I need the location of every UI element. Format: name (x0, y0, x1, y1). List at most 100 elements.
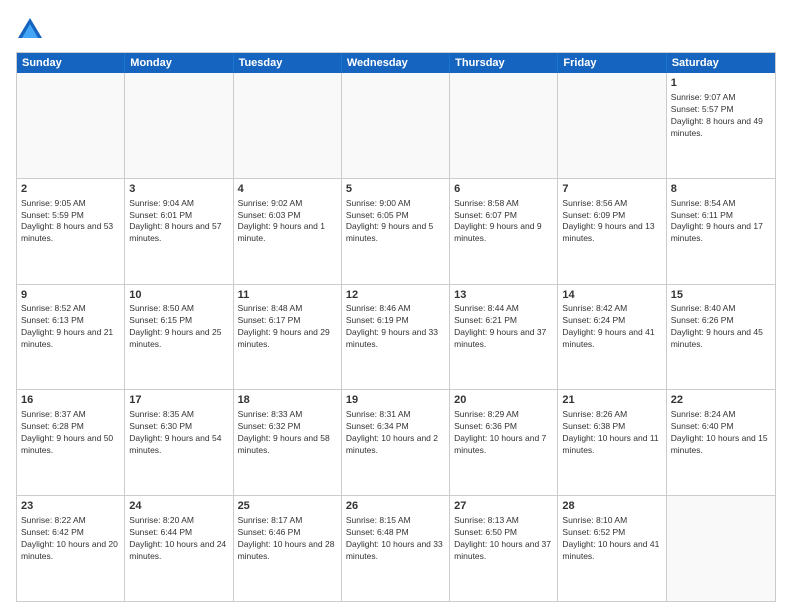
cell-content: Sunrise: 8:54 AM Sunset: 6:11 PM Dayligh… (671, 198, 771, 246)
calendar-cell: 26Sunrise: 8:15 AM Sunset: 6:48 PM Dayli… (342, 496, 450, 601)
day-of-week-header: Sunday (17, 53, 125, 73)
cell-content: Sunrise: 8:22 AM Sunset: 6:42 PM Dayligh… (21, 515, 120, 563)
header (16, 16, 776, 44)
calendar-cell: 19Sunrise: 8:31 AM Sunset: 6:34 PM Dayli… (342, 390, 450, 495)
calendar-cell: 3Sunrise: 9:04 AM Sunset: 6:01 PM Daylig… (125, 179, 233, 284)
day-number: 27 (454, 499, 553, 514)
day-number: 13 (454, 288, 553, 303)
calendar-cell (558, 73, 666, 178)
day-number: 1 (671, 76, 771, 91)
calendar-cell (125, 73, 233, 178)
cell-content: Sunrise: 9:02 AM Sunset: 6:03 PM Dayligh… (238, 198, 337, 246)
day-number: 5 (346, 182, 445, 197)
day-of-week-header: Saturday (667, 53, 775, 73)
calendar-cell: 17Sunrise: 8:35 AM Sunset: 6:30 PM Dayli… (125, 390, 233, 495)
calendar-cell: 8Sunrise: 8:54 AM Sunset: 6:11 PM Daylig… (667, 179, 775, 284)
day-number: 15 (671, 288, 771, 303)
calendar-cell: 14Sunrise: 8:42 AM Sunset: 6:24 PM Dayli… (558, 285, 666, 390)
day-number: 21 (562, 393, 661, 408)
calendar-cell: 16Sunrise: 8:37 AM Sunset: 6:28 PM Dayli… (17, 390, 125, 495)
cell-content: Sunrise: 8:48 AM Sunset: 6:17 PM Dayligh… (238, 303, 337, 351)
day-of-week-header: Wednesday (342, 53, 450, 73)
day-number: 20 (454, 393, 553, 408)
cell-content: Sunrise: 8:26 AM Sunset: 6:38 PM Dayligh… (562, 409, 661, 457)
calendar-cell: 22Sunrise: 8:24 AM Sunset: 6:40 PM Dayli… (667, 390, 775, 495)
cell-content: Sunrise: 8:40 AM Sunset: 6:26 PM Dayligh… (671, 303, 771, 351)
page: SundayMondayTuesdayWednesdayThursdayFrid… (0, 0, 792, 612)
calendar-cell: 28Sunrise: 8:10 AM Sunset: 6:52 PM Dayli… (558, 496, 666, 601)
calendar-week-row: 9Sunrise: 8:52 AM Sunset: 6:13 PM Daylig… (17, 285, 775, 391)
day-number: 7 (562, 182, 661, 197)
cell-content: Sunrise: 8:20 AM Sunset: 6:44 PM Dayligh… (129, 515, 228, 563)
cell-content: Sunrise: 8:29 AM Sunset: 6:36 PM Dayligh… (454, 409, 553, 457)
calendar-cell (667, 496, 775, 601)
day-of-week-header: Friday (558, 53, 666, 73)
calendar-week-row: 16Sunrise: 8:37 AM Sunset: 6:28 PM Dayli… (17, 390, 775, 496)
day-number: 2 (21, 182, 120, 197)
calendar-cell: 2Sunrise: 9:05 AM Sunset: 5:59 PM Daylig… (17, 179, 125, 284)
calendar-week-row: 1Sunrise: 9:07 AM Sunset: 5:57 PM Daylig… (17, 73, 775, 179)
cell-content: Sunrise: 9:00 AM Sunset: 6:05 PM Dayligh… (346, 198, 445, 246)
calendar-cell: 11Sunrise: 8:48 AM Sunset: 6:17 PM Dayli… (234, 285, 342, 390)
calendar-cell: 7Sunrise: 8:56 AM Sunset: 6:09 PM Daylig… (558, 179, 666, 284)
day-number: 26 (346, 499, 445, 514)
day-number: 28 (562, 499, 661, 514)
day-number: 4 (238, 182, 337, 197)
cell-content: Sunrise: 8:24 AM Sunset: 6:40 PM Dayligh… (671, 409, 771, 457)
day-of-week-header: Tuesday (234, 53, 342, 73)
cell-content: Sunrise: 8:42 AM Sunset: 6:24 PM Dayligh… (562, 303, 661, 351)
cell-content: Sunrise: 8:56 AM Sunset: 6:09 PM Dayligh… (562, 198, 661, 246)
day-of-week-header: Monday (125, 53, 233, 73)
day-number: 3 (129, 182, 228, 197)
cell-content: Sunrise: 9:04 AM Sunset: 6:01 PM Dayligh… (129, 198, 228, 246)
day-number: 6 (454, 182, 553, 197)
calendar-cell: 13Sunrise: 8:44 AM Sunset: 6:21 PM Dayli… (450, 285, 558, 390)
calendar-cell (17, 73, 125, 178)
calendar-cell: 25Sunrise: 8:17 AM Sunset: 6:46 PM Dayli… (234, 496, 342, 601)
calendar-cell (234, 73, 342, 178)
day-number: 25 (238, 499, 337, 514)
calendar-cell: 18Sunrise: 8:33 AM Sunset: 6:32 PM Dayli… (234, 390, 342, 495)
calendar-week-row: 23Sunrise: 8:22 AM Sunset: 6:42 PM Dayli… (17, 496, 775, 601)
calendar-body: 1Sunrise: 9:07 AM Sunset: 5:57 PM Daylig… (17, 73, 775, 601)
day-number: 22 (671, 393, 771, 408)
cell-content: Sunrise: 8:33 AM Sunset: 6:32 PM Dayligh… (238, 409, 337, 457)
day-number: 16 (21, 393, 120, 408)
calendar-cell: 20Sunrise: 8:29 AM Sunset: 6:36 PM Dayli… (450, 390, 558, 495)
cell-content: Sunrise: 8:35 AM Sunset: 6:30 PM Dayligh… (129, 409, 228, 457)
cell-content: Sunrise: 8:46 AM Sunset: 6:19 PM Dayligh… (346, 303, 445, 351)
cell-content: Sunrise: 8:52 AM Sunset: 6:13 PM Dayligh… (21, 303, 120, 351)
cell-content: Sunrise: 8:10 AM Sunset: 6:52 PM Dayligh… (562, 515, 661, 563)
day-number: 10 (129, 288, 228, 303)
calendar-cell: 15Sunrise: 8:40 AM Sunset: 6:26 PM Dayli… (667, 285, 775, 390)
calendar-cell: 4Sunrise: 9:02 AM Sunset: 6:03 PM Daylig… (234, 179, 342, 284)
calendar-cell: 12Sunrise: 8:46 AM Sunset: 6:19 PM Dayli… (342, 285, 450, 390)
cell-content: Sunrise: 9:07 AM Sunset: 5:57 PM Dayligh… (671, 92, 771, 140)
cell-content: Sunrise: 8:58 AM Sunset: 6:07 PM Dayligh… (454, 198, 553, 246)
calendar-cell: 6Sunrise: 8:58 AM Sunset: 6:07 PM Daylig… (450, 179, 558, 284)
calendar-cell: 24Sunrise: 8:20 AM Sunset: 6:44 PM Dayli… (125, 496, 233, 601)
day-number: 8 (671, 182, 771, 197)
calendar-cell: 1Sunrise: 9:07 AM Sunset: 5:57 PM Daylig… (667, 73, 775, 178)
day-number: 23 (21, 499, 120, 514)
calendar-cell: 21Sunrise: 8:26 AM Sunset: 6:38 PM Dayli… (558, 390, 666, 495)
logo (16, 16, 48, 44)
calendar-cell (342, 73, 450, 178)
cell-content: Sunrise: 8:17 AM Sunset: 6:46 PM Dayligh… (238, 515, 337, 563)
calendar-cell: 9Sunrise: 8:52 AM Sunset: 6:13 PM Daylig… (17, 285, 125, 390)
cell-content: Sunrise: 8:15 AM Sunset: 6:48 PM Dayligh… (346, 515, 445, 563)
calendar-cell: 23Sunrise: 8:22 AM Sunset: 6:42 PM Dayli… (17, 496, 125, 601)
calendar-cell: 27Sunrise: 8:13 AM Sunset: 6:50 PM Dayli… (450, 496, 558, 601)
day-number: 9 (21, 288, 120, 303)
day-number: 19 (346, 393, 445, 408)
day-number: 14 (562, 288, 661, 303)
day-of-week-header: Thursday (450, 53, 558, 73)
cell-content: Sunrise: 8:44 AM Sunset: 6:21 PM Dayligh… (454, 303, 553, 351)
day-number: 17 (129, 393, 228, 408)
cell-content: Sunrise: 8:50 AM Sunset: 6:15 PM Dayligh… (129, 303, 228, 351)
cell-content: Sunrise: 8:37 AM Sunset: 6:28 PM Dayligh… (21, 409, 120, 457)
logo-icon (16, 16, 44, 44)
calendar-cell: 10Sunrise: 8:50 AM Sunset: 6:15 PM Dayli… (125, 285, 233, 390)
cell-content: Sunrise: 8:31 AM Sunset: 6:34 PM Dayligh… (346, 409, 445, 457)
calendar-cell (450, 73, 558, 178)
